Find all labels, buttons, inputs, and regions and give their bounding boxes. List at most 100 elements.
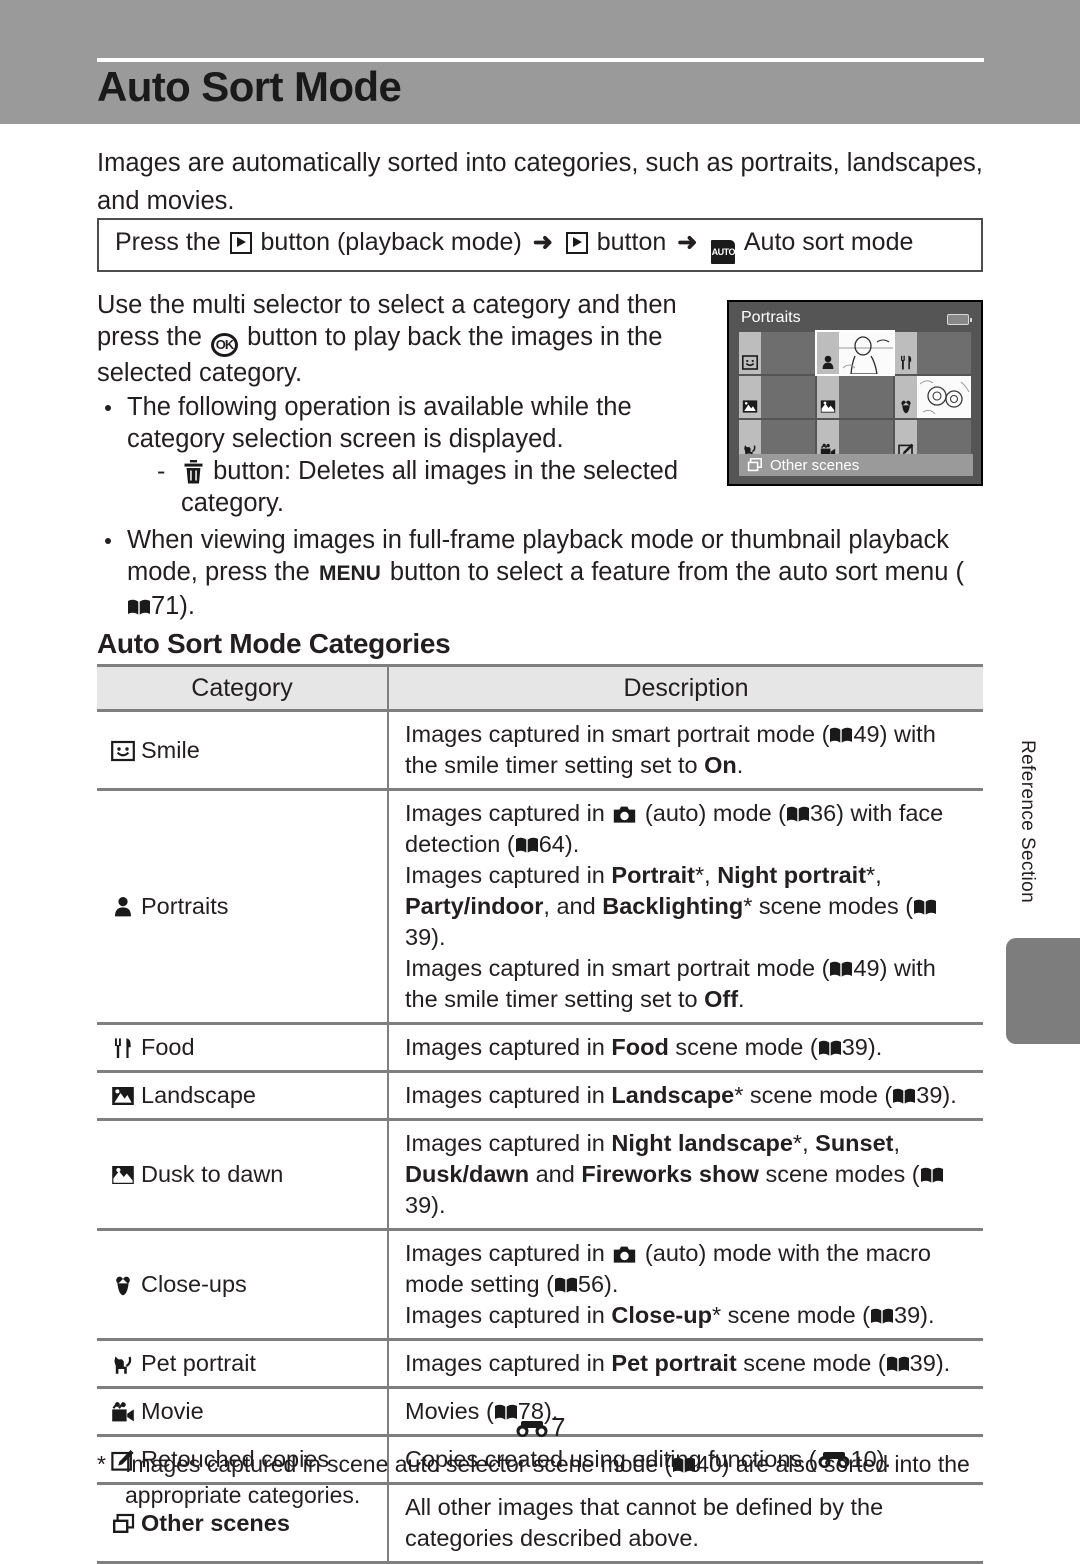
- footnote-star: *: [97, 1451, 106, 1477]
- sep-3: and: [529, 1161, 582, 1187]
- camera-bottom-label: Other scenes: [770, 456, 860, 474]
- desc-ref: 39: [894, 1302, 921, 1328]
- desc-star: *: [711, 1302, 722, 1328]
- page-header-band: Auto Sort Mode: [0, 0, 1080, 124]
- desc-text: Images captured in: [405, 1302, 612, 1328]
- navigation-path-text: Press the button (playback mode) ➜ butto…: [99, 227, 913, 264]
- star-1: *: [694, 862, 705, 888]
- manual-page-reference-icon: [554, 1271, 578, 1293]
- desc-bold: Landscape: [611, 1082, 735, 1108]
- category-cell: Dusk to dawn: [97, 1119, 389, 1231]
- portraits-icon: [820, 355, 836, 370]
- landscape-icon: [111, 1084, 135, 1106]
- camera-cell-landscape: [739, 376, 815, 418]
- instructions-block: Use the multi selector to select a categ…: [97, 289, 717, 519]
- manual-page-reference-icon: [870, 1302, 894, 1324]
- desc-bold: Off: [704, 986, 739, 1012]
- reference-section-tab[interactable]: [1006, 938, 1080, 1044]
- desc-text-3: ).: [604, 1271, 619, 1297]
- navigation-path-box: Press the button (playback mode) ➜ butto…: [97, 218, 983, 272]
- food-icon: [898, 355, 914, 370]
- page-footer: 7: [0, 1412, 1080, 1443]
- category-label: Portraits: [141, 893, 229, 919]
- playback-mode-label: button (playback mode): [260, 227, 522, 256]
- battery-level-icon: [947, 314, 972, 325]
- table-row: Pet portrait Images captured in Pet port…: [97, 1339, 983, 1389]
- desc-ref: 36: [810, 800, 837, 826]
- reference-section-side-label: Reference Section: [1017, 740, 1038, 904]
- desc-ref-2: 64: [538, 831, 565, 857]
- list-item: When viewing images in full-frame playba…: [97, 524, 987, 622]
- category-cell: Landscape: [97, 1071, 389, 1121]
- description-cell: Images captured in (auto) mode with the …: [388, 1229, 983, 1341]
- footnote: * Images captured in scene auto selector…: [97, 1449, 987, 1511]
- food-icon: [111, 1036, 135, 1058]
- smile-icon: [742, 355, 758, 370]
- footnote-text: Images captured in scene auto selector s…: [97, 1449, 987, 1511]
- manual-page-reference-icon: [818, 1034, 842, 1056]
- table-row: Food Images captured in Food scene mode …: [97, 1023, 983, 1073]
- ok-button-icon: OK: [210, 333, 238, 357]
- press-label: Press the: [115, 227, 221, 256]
- desc-line-2: Images captured in Portrait*, Night port…: [405, 860, 973, 953]
- manual-page-reference-icon: [913, 893, 937, 915]
- camera-category-grid: [739, 330, 973, 462]
- bullet-text-1: The following operation is available whi…: [127, 393, 632, 453]
- category-label: Dusk to dawn: [141, 1161, 284, 1187]
- table-head: Category Description: [97, 664, 983, 712]
- category-name: Smile: [111, 737, 200, 763]
- description-cell: Images captured in Food scene mode (39).: [388, 1023, 983, 1073]
- list-item: button: Deletes all images in the select…: [155, 455, 717, 519]
- instruction-paragraph: Use the multi selector to select a categ…: [97, 289, 717, 389]
- desc-ref: 39: [841, 1034, 868, 1060]
- desc-text-2: scene mode (: [668, 1034, 818, 1060]
- instruction-sub-list: button: Deletes all images in the select…: [127, 455, 717, 519]
- sep-2: ,: [893, 1130, 901, 1156]
- camera-auto-mode-icon: [613, 1241, 636, 1263]
- desc-bold: Pet portrait: [611, 1350, 737, 1376]
- description-cell: Images captured in Night landscape*, Sun…: [388, 1119, 983, 1231]
- desc-bold-3: Party/indoor: [405, 893, 544, 919]
- instruction-bullet-list: The following operation is available whi…: [97, 391, 717, 519]
- desc-ref: 49: [853, 955, 880, 981]
- category-label: Close-ups: [141, 1271, 247, 1297]
- pet-portrait-icon: [111, 1352, 135, 1374]
- desc-bold-4: Fireworks show: [581, 1161, 759, 1187]
- desc-tail: scene modes (: [752, 893, 914, 919]
- desc-text: Images captured in smart portrait mode (: [405, 721, 830, 747]
- close-ups-icon: [898, 399, 914, 414]
- desc-text: Images captured in: [405, 1082, 612, 1108]
- desc-text: Images captured in: [405, 1240, 612, 1266]
- category-label: Food: [141, 1034, 195, 1060]
- bullet-text-2-ref: 71: [151, 592, 180, 620]
- camera-cell-close-ups: [895, 376, 971, 418]
- desc-ref: 39: [916, 1082, 943, 1108]
- desc-text-3: ).: [935, 1350, 951, 1376]
- sep-2: ,: [875, 862, 882, 888]
- star-1: *: [792, 1130, 803, 1156]
- category-cell: Portraits: [97, 789, 389, 1025]
- desc-line-3: Images captured in smart portrait mode (…: [405, 953, 973, 1015]
- category-name: Food: [111, 1034, 195, 1060]
- camera-auto-mode-icon: [613, 801, 636, 823]
- camera-screen-title: Portraits: [741, 309, 801, 326]
- table-row: Portraits Images captured in (auto) mode…: [97, 789, 983, 1025]
- desc-line-1: Images captured in (auto) mode (36) with…: [405, 798, 973, 860]
- table-row: Smile Images captured in smart portrait …: [97, 710, 983, 791]
- smile-icon: [111, 739, 135, 761]
- description-cell: Images captured in Pet portrait scene mo…: [388, 1339, 983, 1389]
- manual-page-reference-icon: [786, 800, 810, 822]
- category-name: Close-ups: [111, 1271, 247, 1297]
- auto-sort-mode-icon: AUTO: [711, 239, 735, 264]
- button-label: button: [596, 227, 667, 256]
- column-header-description: Description: [388, 664, 983, 712]
- arrow-icon-1: ➜: [532, 228, 553, 256]
- manual-page-reference-icon: [920, 1161, 944, 1183]
- section-subtitle: Auto Sort Mode Categories: [97, 628, 451, 659]
- cell-thumbnail: [839, 332, 893, 374]
- category-label: Pet portrait: [141, 1350, 256, 1376]
- category-cell: Pet portrait: [97, 1339, 389, 1389]
- desc-line-1: Images captured in (auto) mode with the …: [405, 1238, 973, 1300]
- header-rule: [97, 58, 984, 62]
- other-scenes-icon: [747, 458, 762, 472]
